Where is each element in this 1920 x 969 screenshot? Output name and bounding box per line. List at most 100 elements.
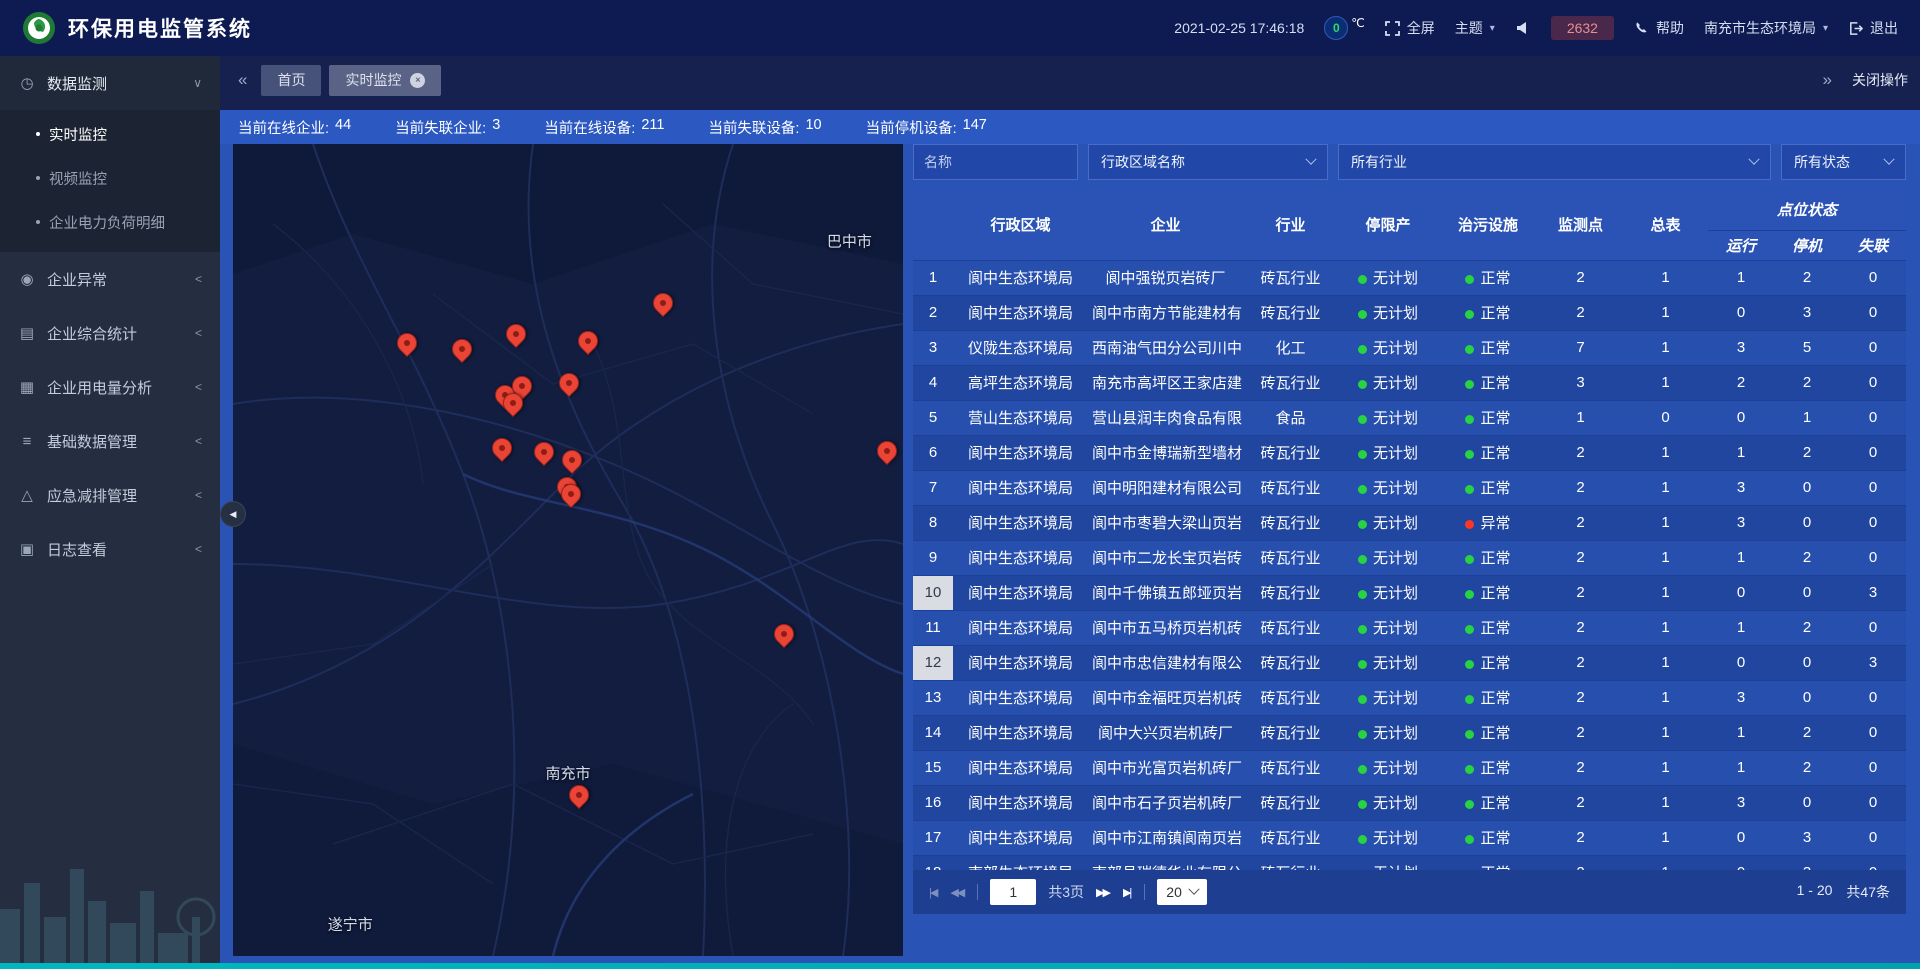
stat-item: 当前失联企业: 3 bbox=[395, 117, 500, 138]
close-icon[interactable]: × bbox=[410, 73, 425, 88]
table-row[interactable]: 4 高坪生态环境局 南充市高坪区王家店建 砖瓦行业 无计划 正常 bbox=[913, 365, 1906, 400]
cell-facility: 正常 bbox=[1438, 295, 1538, 330]
cell-limit: 无计划 bbox=[1338, 400, 1438, 435]
status-dot-icon bbox=[1358, 555, 1367, 564]
sidebar-group-item[interactable]: ◉ 企业异常 < bbox=[0, 252, 220, 306]
cell-index: 18 bbox=[913, 855, 953, 870]
cell-points: 2 bbox=[1538, 540, 1623, 575]
col-facility: 治污设施 bbox=[1438, 190, 1538, 260]
tabs-scroll-right-icon[interactable]: » bbox=[1817, 70, 1838, 90]
sidebar-subitem[interactable]: 企业电力负荷明细 bbox=[0, 200, 220, 244]
stat-label: 当前失联设备: bbox=[708, 117, 799, 138]
tabs-scroll-left-icon[interactable]: « bbox=[232, 70, 253, 90]
table-row[interactable]: 7 阆中生态环境局 阆中明阳建材有限公司 砖瓦行业 无计划 正常 bbox=[913, 470, 1906, 505]
table-row[interactable]: 9 阆中生态环境局 阆中市二龙长宝页岩砖 砖瓦行业 无计划 正常 bbox=[913, 540, 1906, 575]
status-dot-icon bbox=[1465, 345, 1474, 354]
pagination-bar: |◀ ◀◀ 1 共3页 ▶▶ ▶| 20 1 - 20 bbox=[913, 870, 1906, 914]
table-row[interactable]: 14 阆中生态环境局 阆中大兴页岩机砖厂 砖瓦行业 无计划 正常 bbox=[913, 715, 1906, 750]
megaphone-icon bbox=[1515, 20, 1531, 36]
table-row[interactable]: 5 营山生态环境局 营山县润丰肉食品有限 食品 无计划 正常 bbox=[913, 400, 1906, 435]
table-row[interactable]: 12 阆中生态环境局 阆中市忠信建材有限公 砖瓦行业 无计划 正常 bbox=[913, 645, 1906, 680]
status-filter-select[interactable]: 所有状态 bbox=[1781, 144, 1906, 180]
sidebar-group-item[interactable]: ≡ 基础数据管理 < bbox=[0, 414, 220, 468]
table-row[interactable]: 18 南部生态环境局 南部县瑞德华业有限公 砖瓦行业 无计划 正常 bbox=[913, 855, 1906, 870]
sidebar-group-item[interactable]: ▤ 企业综合统计 < bbox=[0, 306, 220, 360]
theme-dropdown[interactable]: 主题▾ bbox=[1455, 18, 1495, 38]
page-size-select[interactable]: 20 bbox=[1157, 879, 1207, 905]
table-row[interactable]: 10 阆中生态环境局 阆中千佛镇五郎垭页岩 砖瓦行业 无计划 正常 bbox=[913, 575, 1906, 610]
cell-lost: 0 bbox=[1840, 715, 1906, 750]
map-panel[interactable]: 巴中市 南充市 遂宁市 bbox=[233, 144, 903, 956]
table-row[interactable]: 16 阆中生态环境局 阆中市石子页岩机砖厂 砖瓦行业 无计划 正常 bbox=[913, 785, 1906, 820]
logout-button[interactable]: 退出 bbox=[1848, 18, 1898, 38]
page-number-input[interactable]: 1 bbox=[990, 879, 1036, 905]
cell-lost: 0 bbox=[1840, 295, 1906, 330]
table-row[interactable]: 15 阆中生态环境局 阆中市光富页岩机砖厂 砖瓦行业 无计划 正常 bbox=[913, 750, 1906, 785]
region-filter-select[interactable]: 行政区域名称 bbox=[1088, 144, 1328, 180]
help-button[interactable]: 帮助 bbox=[1634, 18, 1684, 38]
col-industry: 行业 bbox=[1243, 190, 1338, 260]
cell-company: 西南油气田分公司川中 bbox=[1088, 330, 1243, 365]
cell-lost: 0 bbox=[1840, 750, 1906, 785]
table-row[interactable]: 6 阆中生态环境局 阆中市金博瑞新型墙材 砖瓦行业 无计划 正常 bbox=[913, 435, 1906, 470]
bullet-icon bbox=[36, 176, 40, 180]
cell-meters: 1 bbox=[1623, 610, 1708, 645]
table-row[interactable]: 17 阆中生态环境局 阆中市江南镇阆南页岩 砖瓦行业 无计划 正常 bbox=[913, 820, 1906, 855]
cell-company: 阆中市光富页岩机砖厂 bbox=[1088, 750, 1243, 785]
total-pages-label: 共3页 bbox=[1048, 882, 1084, 902]
sidebar-subitem[interactable]: 视频监控 bbox=[0, 156, 220, 200]
prev-page-button[interactable]: ◀◀ bbox=[950, 886, 965, 899]
alarm-count-badge[interactable]: 2632 bbox=[1551, 16, 1614, 40]
tab-home[interactable]: 首页 bbox=[261, 65, 321, 96]
industry-filter-select[interactable]: 所有行业 bbox=[1338, 144, 1771, 180]
cell-index: 13 bbox=[913, 680, 953, 715]
cell-meters: 1 bbox=[1623, 435, 1708, 470]
org-dropdown[interactable]: 南充市生态环境局▾ bbox=[1704, 18, 1828, 38]
cell-industry: 砖瓦行业 bbox=[1243, 470, 1338, 505]
cell-limit: 无计划 bbox=[1338, 505, 1438, 540]
cell-industry: 食品 bbox=[1243, 400, 1338, 435]
table-row[interactable]: 2 阆中生态环境局 阆中市南方节能建材有 砖瓦行业 无计划 正常 bbox=[913, 295, 1906, 330]
table-row[interactable]: 11 阆中生态环境局 阆中市五马桥页岩机砖 砖瓦行业 无计划 正常 bbox=[913, 610, 1906, 645]
stat-label: 当前在线企业: bbox=[238, 117, 329, 138]
name-filter-input[interactable] bbox=[913, 144, 1078, 180]
cell-limit: 无计划 bbox=[1338, 330, 1438, 365]
cell-industry: 砖瓦行业 bbox=[1243, 715, 1338, 750]
first-page-button[interactable]: |◀ bbox=[929, 886, 938, 899]
sidebar-group-item[interactable]: ▣ 日志查看 < bbox=[0, 522, 220, 576]
close-operations-button[interactable]: 关闭操作 bbox=[1852, 70, 1908, 90]
bottom-accent-bar bbox=[0, 963, 1920, 969]
cell-lost: 0 bbox=[1840, 855, 1906, 870]
last-page-button[interactable]: ▶| bbox=[1123, 886, 1132, 899]
cell-region: 阆中生态环境局 bbox=[953, 680, 1088, 715]
sidebar-group-item[interactable]: ▦ 企业用电量分析 < bbox=[0, 360, 220, 414]
sidebar-subitem[interactable]: 实时监控 bbox=[0, 112, 220, 156]
tab-realtime-monitor[interactable]: 实时监控 × bbox=[329, 65, 441, 96]
cell-company: 南部县瑞德华业有限公 bbox=[1088, 855, 1243, 870]
alarm-button[interactable] bbox=[1515, 20, 1531, 36]
next-page-button[interactable]: ▶▶ bbox=[1096, 886, 1111, 899]
cell-facility: 正常 bbox=[1438, 540, 1538, 575]
cell-facility: 正常 bbox=[1438, 820, 1538, 855]
sidebar-group-item[interactable]: △ 应急减排管理 < bbox=[0, 468, 220, 522]
clock-monitor-icon: ◷ bbox=[18, 74, 36, 92]
table-row[interactable]: 3 仪陇生态环境局 西南油气田分公司川中 化工 无计划 正常 bbox=[913, 330, 1906, 365]
cell-region: 营山生态环境局 bbox=[953, 400, 1088, 435]
cell-company: 营山县润丰肉食品有限 bbox=[1088, 400, 1243, 435]
chevron-down-icon bbox=[1188, 884, 1199, 895]
cell-meters: 1 bbox=[1623, 575, 1708, 610]
cell-company: 阆中市五马桥页岩机砖 bbox=[1088, 610, 1243, 645]
main-area: « 首页 实时监控 × » 关闭操作 当前在线企业: 44 bbox=[220, 56, 1920, 963]
table-row[interactable]: 1 阆中生态环境局 阆中强锐页岩砖厂 砖瓦行业 无计划 正常 bbox=[913, 260, 1906, 295]
map-city-label: 南充市 bbox=[545, 763, 590, 784]
cell-stop: 1 bbox=[1774, 400, 1840, 435]
col-lost: 失联 bbox=[1840, 230, 1906, 260]
table-row[interactable]: 13 阆中生态环境局 阆中市金福旺页岩机砖 砖瓦行业 无计划 正常 bbox=[913, 680, 1906, 715]
sidebar-group-data-monitor[interactable]: ◷ 数据监测 ∨ bbox=[0, 56, 220, 110]
cell-region: 南部生态环境局 bbox=[953, 855, 1088, 870]
bullet-icon bbox=[36, 220, 40, 224]
cell-region: 阆中生态环境局 bbox=[953, 260, 1088, 295]
menu-icon: ▤ bbox=[18, 324, 36, 342]
fullscreen-button[interactable]: 全屏 bbox=[1385, 18, 1435, 38]
table-row[interactable]: 8 阆中生态环境局 阆中市枣碧大梁山页岩 砖瓦行业 无计划 异常 bbox=[913, 505, 1906, 540]
